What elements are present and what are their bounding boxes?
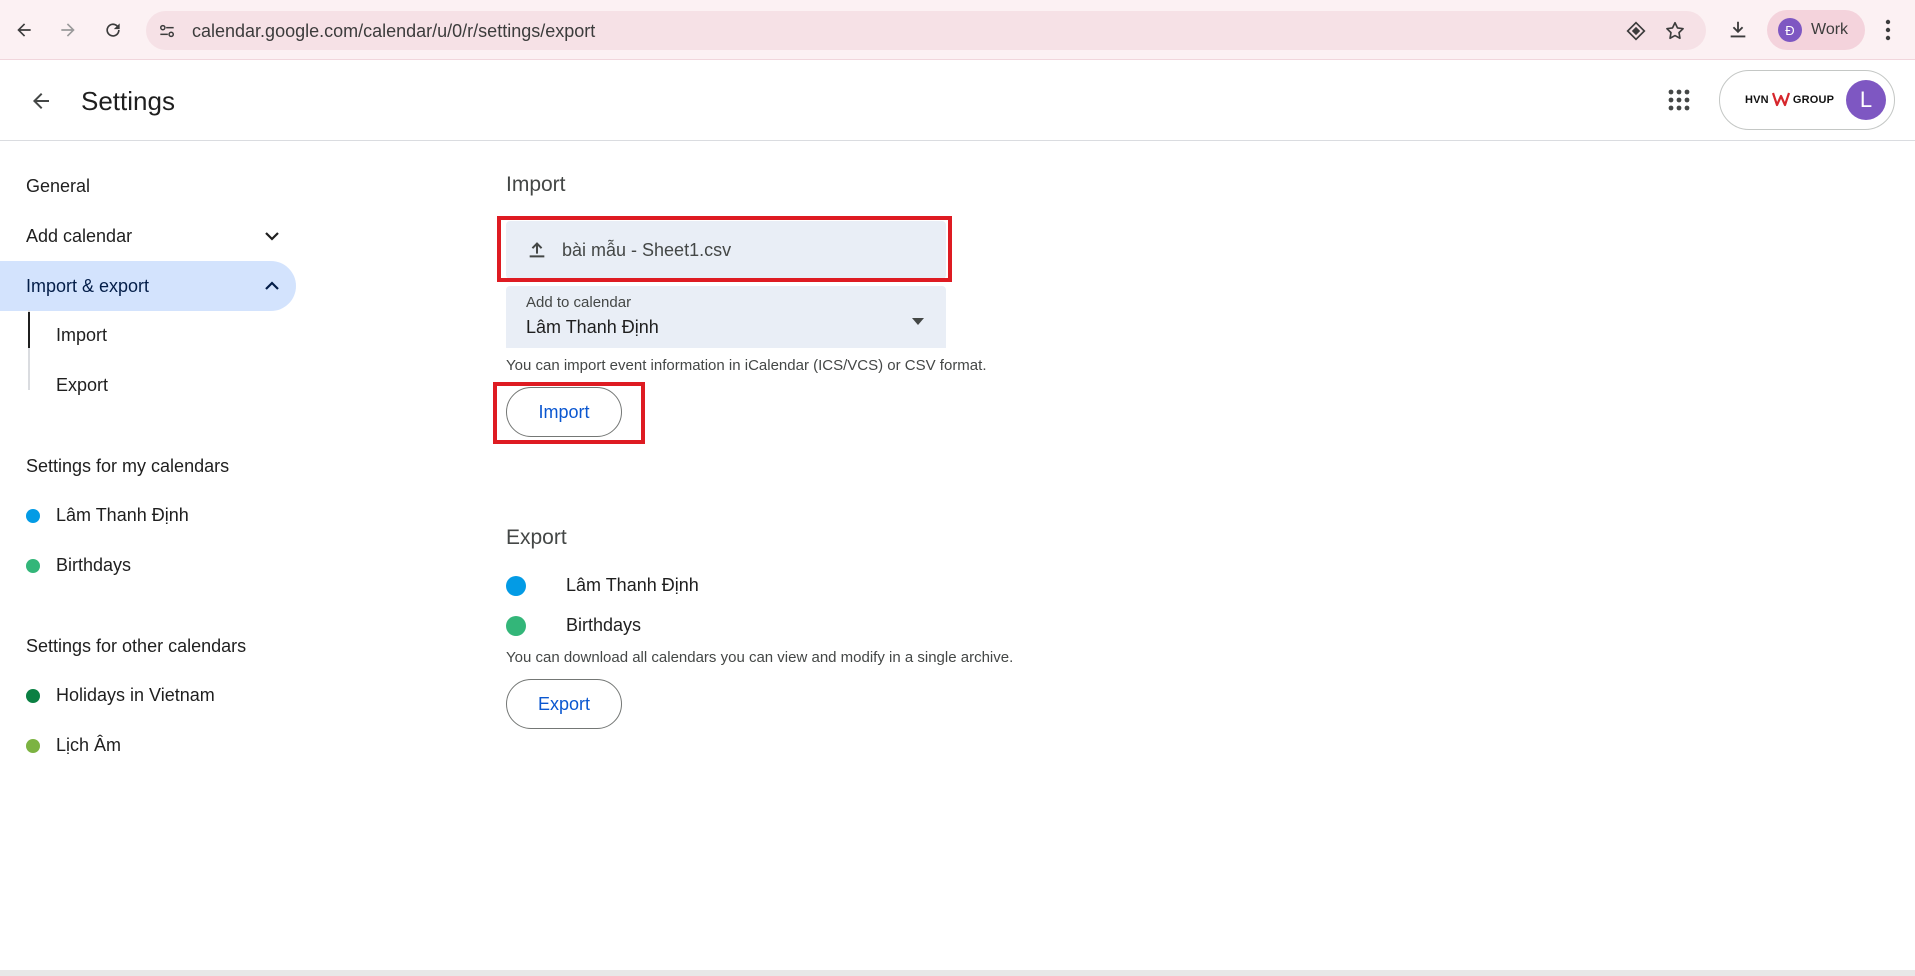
calendar-color-dot [26,558,40,573]
arrow-back-icon [33,93,49,109]
sidebar-item-birthdays[interactable]: Birthdays [26,555,131,576]
downloads-icon[interactable] [1720,12,1756,48]
window-bottom-edge [0,970,1915,976]
export-section-title: Export [506,526,567,549]
calendar-color-dot [26,508,40,523]
calendar-name: Birthdays [566,615,642,635]
profile-avatar: Đ [1778,18,1802,42]
account-avatar: L [1846,80,1886,120]
calendar-color-dot [26,688,40,703]
import-section-title: Import [506,173,566,196]
export-calendar-row: Birthdays [506,615,641,636]
org-logo-mark-icon [1771,91,1790,110]
page-title: Settings [81,86,175,116]
select-value: Lâm Thanh Định [526,317,659,337]
back-arrow-icon[interactable] [6,12,42,48]
app-header: Settings HVN GROUP L [0,60,1915,141]
import-help-text: You can import event information in iCal… [506,357,987,374]
file-picker-highlight [497,216,952,282]
sidebar-item-import-export[interactable]: Import & export [0,261,296,311]
select-label: Add to calendar [526,294,632,311]
reload-icon[interactable] [95,12,131,48]
sidebar-item-label: Import & export [26,275,150,296]
calendar-name: Lâm Thanh Định [566,575,699,595]
sidebar-item-label: Add calendar [26,225,133,246]
browser-menu-icon[interactable] [1876,16,1900,44]
back-to-calendar-button[interactable] [20,80,62,122]
sidebar-item-holidays[interactable]: Holidays in Vietnam [26,685,215,706]
sidebar-item-lunar[interactable]: Lịch Âm [26,735,121,756]
sidebar-item-my-calendar[interactable]: Lâm Thanh Định [26,505,189,526]
sidebar-item-general[interactable]: General [0,161,296,211]
browser-profile-button[interactable]: Đ Work [1767,10,1865,50]
calendar-name: Lịch Âm [56,735,122,755]
calendar-color-dot [506,615,526,636]
chevron-up-icon [260,274,284,298]
calendar-name: Holidays in Vietnam [56,685,215,705]
export-button[interactable]: Export [506,679,622,729]
add-to-calendar-select[interactable]: Add to calendar Lâm Thanh Định [506,286,946,348]
calendar-name: Birthdays [56,555,132,575]
calendar-name: Lâm Thanh Định [56,505,189,525]
sidebar-item-label: General [26,175,91,196]
account-button[interactable]: HVN GROUP L [1719,70,1895,130]
site-info-icon[interactable] [154,18,180,44]
url-text[interactable]: calendar.google.com/calendar/u/0/r/setti… [192,21,595,42]
address-bar[interactable]: calendar.google.com/calendar/u/0/r/setti… [146,11,1706,50]
org-logo-left-text: HVN [1745,94,1769,106]
export-calendar-row: Lâm Thanh Định [506,575,699,596]
sidebar-item-add-calendar[interactable]: Add calendar [0,211,296,261]
settings-sidebar: General Add calendar Import & export Imp… [0,141,300,976]
calendar-color-dot [26,738,40,753]
export-help-text: You can download all calendars you can v… [506,649,1014,666]
sidebar-subitem-export[interactable]: Export [56,375,108,396]
org-logo-right-text: GROUP [1792,94,1835,106]
import-button-highlight [493,382,645,444]
chevron-down-icon [260,224,284,248]
subnav-active-indicator [28,312,30,348]
organization-logo: HVN GROUP [1745,91,1834,110]
forward-arrow-icon[interactable] [50,12,86,48]
my-calendars-heading: Settings for my calendars [26,456,230,476]
browser-toolbar: calendar.google.com/calendar/u/0/r/setti… [0,0,1915,60]
apps-grid-icon[interactable] [1658,79,1700,121]
calendar-color-dot [506,575,526,596]
bookmark-star-icon[interactable] [1663,19,1687,43]
other-calendars-heading: Settings for other calendars [26,636,247,656]
dropdown-arrow-icon [912,312,924,330]
sidebar-subitem-import[interactable]: Import [56,325,107,346]
profile-name: Work [1811,21,1849,38]
lens-icon[interactable] [1624,19,1648,43]
